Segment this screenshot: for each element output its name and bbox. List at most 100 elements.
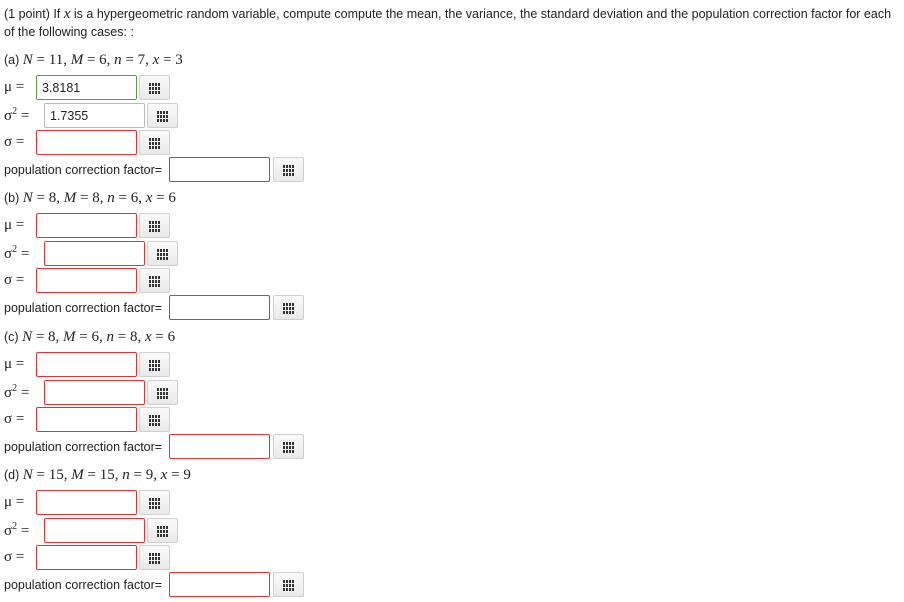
grid-icon: [148, 137, 161, 149]
part-c-mu-input[interactable]: [36, 352, 137, 377]
part-c-mu-entry-button[interactable]: [139, 352, 170, 377]
part-c-variance-input[interactable]: [44, 380, 145, 405]
sigma2-label: σ2 =: [4, 383, 30, 401]
param-N: 15: [48, 467, 64, 483]
part-letter: (b): [4, 191, 20, 205]
intro-text: is a hypergeometric random variable, com…: [4, 7, 892, 39]
mu-label: μ =: [4, 494, 25, 510]
part-c-mu-row: μ =: [4, 351, 24, 378]
part-c-pcf-input[interactable]: [169, 434, 270, 459]
part-a-pcf-row: population correction factor=: [4, 156, 162, 183]
part-a-mu-row: μ =: [4, 74, 24, 101]
part-letter: (a): [4, 53, 20, 67]
part-c-sd-row: σ =: [4, 406, 24, 433]
pcf-label: population correction factor=: [4, 577, 163, 592]
mu-label: μ =: [4, 356, 25, 372]
part-d-variance-row: σ2 =: [4, 517, 29, 544]
part-d-pcf-input[interactable]: [169, 572, 270, 597]
part-b-header: (b) N = 8, M = 8, n = 6, x = 6: [4, 190, 176, 206]
part-d-pcf-row: population correction factor=: [4, 571, 162, 598]
part-b-pcf-input[interactable]: [169, 295, 270, 320]
pcf-label: population correction factor=: [4, 162, 163, 177]
part-d-mu-entry-button[interactable]: [139, 490, 170, 515]
part-b-variance-input[interactable]: [44, 241, 145, 266]
part-b-pcf-row: population correction factor=: [4, 294, 162, 321]
part-a-header: (a) N = 11, M = 6, n = 7, x = 3: [4, 52, 183, 68]
grid-icon: [156, 387, 169, 399]
mu-label: μ =: [4, 79, 25, 95]
part-d-variance-entry-button[interactable]: [147, 518, 178, 543]
param-M: 6: [99, 52, 107, 68]
grid-icon: [148, 414, 161, 426]
param-M: 8: [92, 190, 100, 206]
param-x: 9: [183, 467, 191, 483]
grid-icon: [156, 525, 169, 537]
part-d-variance-input[interactable]: [44, 518, 145, 543]
grid-icon: [148, 359, 161, 371]
sigma-label: σ =: [4, 411, 25, 427]
grid-icon: [148, 275, 161, 287]
part-a-sd-input[interactable]: [36, 130, 137, 155]
part-c-variance-row: σ2 =: [4, 379, 29, 406]
part-c-header: (c) N = 8, M = 6, n = 8, x = 6: [4, 329, 176, 345]
part-d-mu-row: μ =: [4, 489, 24, 516]
sigma-label: σ =: [4, 134, 25, 150]
part-a-mu-input[interactable]: [36, 75, 137, 100]
part-b-pcf-entry-button[interactable]: [273, 295, 304, 320]
grid-icon: [148, 82, 161, 94]
pcf-label: population correction factor=: [4, 300, 163, 315]
grid-icon: [282, 579, 295, 591]
part-c-pcf-entry-button[interactable]: [273, 434, 304, 459]
grid-icon: [148, 220, 161, 232]
part-b-variance-row: σ2 =: [4, 240, 29, 267]
sigma2-label: σ2 =: [4, 521, 30, 539]
grid-icon: [282, 441, 295, 453]
param-x: 6: [168, 190, 176, 206]
part-b-sd-row: σ =: [4, 267, 24, 294]
part-c-variance-entry-button[interactable]: [147, 380, 178, 405]
part-d-mu-input[interactable]: [36, 490, 137, 515]
part-b-variance-entry-button[interactable]: [147, 241, 178, 266]
part-c-sd-entry-button[interactable]: [139, 407, 170, 432]
part-d-sd-input[interactable]: [36, 545, 137, 570]
part-a-pcf-entry-button[interactable]: [273, 157, 304, 182]
part-letter: (d): [4, 468, 20, 482]
part-a-mu-entry-button[interactable]: [139, 75, 170, 100]
part-b-sd-entry-button[interactable]: [139, 268, 170, 293]
part-a-pcf-input[interactable]: [169, 157, 270, 182]
param-M: 15: [99, 467, 115, 483]
sigma2-label: σ2 =: [4, 106, 30, 124]
part-c-sd-input[interactable]: [36, 407, 137, 432]
part-a-variance-row: σ2 =: [4, 102, 29, 129]
part-a-variance-input[interactable]: [44, 103, 145, 128]
param-N: 8: [48, 329, 56, 345]
part-a-variance-entry-button[interactable]: [147, 103, 178, 128]
sigma2-label: σ2 =: [4, 244, 30, 262]
part-d-sd-entry-button[interactable]: [139, 545, 170, 570]
problem-statement: (1 point) If x is a hypergeometric rando…: [4, 5, 900, 41]
grid-icon: [148, 497, 161, 509]
part-d-pcf-entry-button[interactable]: [273, 572, 304, 597]
part-b-mu-input[interactable]: [36, 213, 137, 238]
grid-icon: [282, 302, 295, 314]
param-M: 6: [91, 329, 100, 345]
grid-icon: [156, 110, 169, 122]
part-c-pcf-row: population correction factor=: [4, 433, 162, 460]
param-x: 6: [167, 329, 176, 345]
part-d-header: (d) N = 15, M = 15, n = 9, x = 9: [4, 467, 191, 483]
grid-icon: [156, 248, 169, 260]
part-b-sd-input[interactable]: [36, 268, 137, 293]
sigma-label: σ =: [4, 272, 25, 288]
sigma-label: σ =: [4, 549, 25, 565]
param-N: 11: [48, 52, 64, 68]
part-a-sd-entry-button[interactable]: [139, 130, 170, 155]
part-b-mu-entry-button[interactable]: [139, 213, 170, 238]
part-b-mu-row: μ =: [4, 212, 24, 239]
grid-icon: [282, 164, 295, 176]
part-a-sd-row: σ =: [4, 129, 24, 156]
part-letter: (c): [4, 330, 19, 344]
intro-prefix: (1 point) If: [4, 7, 64, 21]
mu-label: μ =: [4, 217, 25, 233]
part-d-sd-row: σ =: [4, 544, 24, 571]
pcf-label: population correction factor=: [4, 439, 163, 454]
